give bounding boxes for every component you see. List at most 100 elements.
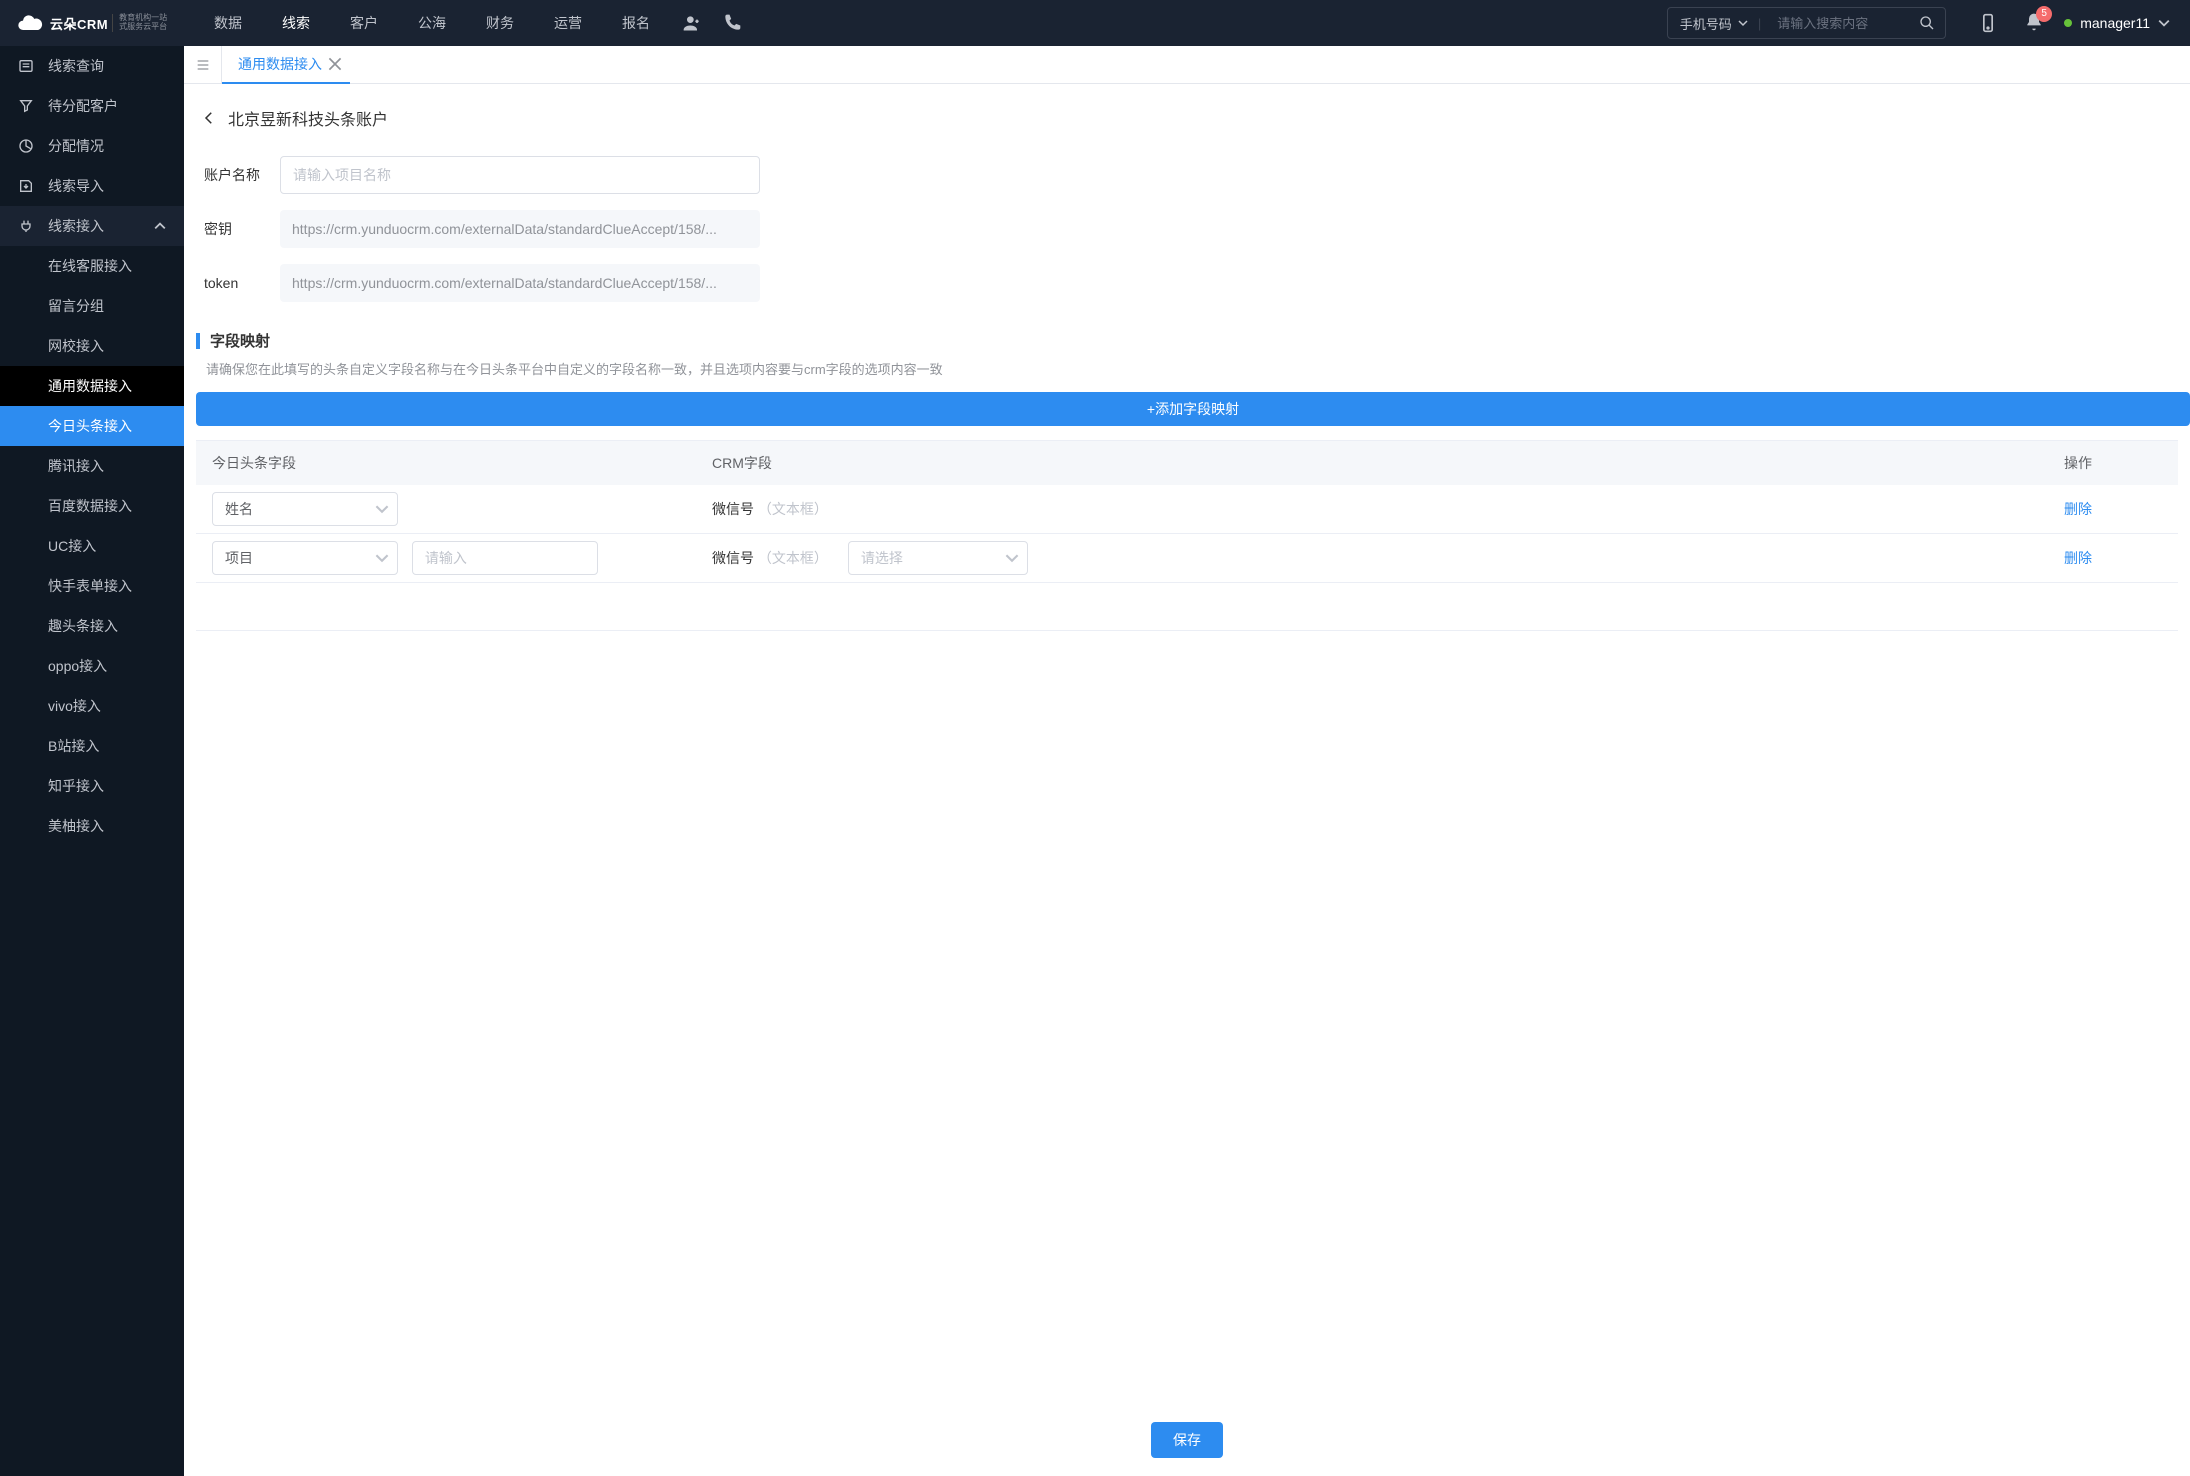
top-icons-group: [682, 13, 742, 33]
content: 北京昱新科技头条账户 账户名称 密钥 https://crm.yunduocrm…: [184, 84, 2190, 1476]
secret-label: 密钥: [204, 219, 280, 239]
topnav-clue[interactable]: 线索: [262, 0, 330, 46]
mobile-icon[interactable]: [1978, 13, 1998, 33]
sidebar-item-pending-assign[interactable]: 待分配客户: [0, 86, 184, 126]
topnav-customer[interactable]: 客户: [330, 0, 398, 46]
form-row-token: token https://crm.yunduocrm.com/external…: [184, 256, 2190, 310]
topnav-finance[interactable]: 财务: [466, 0, 534, 46]
add-mapping-button[interactable]: +添加字段映射: [196, 392, 2190, 426]
sidebar-item-clue-import[interactable]: 线索导入: [0, 166, 184, 206]
crm-field-select[interactable]: 请选择: [848, 541, 1028, 575]
col-header-crm: CRM字段: [696, 453, 2048, 473]
sub-item-uc[interactable]: UC接入: [0, 526, 184, 566]
search-type-select[interactable]: 手机号码 |: [1668, 8, 1769, 38]
account-name-input[interactable]: [280, 156, 760, 194]
chevron-down-icon: [1738, 18, 1748, 28]
crm-field-type: （文本框）: [758, 550, 828, 566]
sub-item-message-group[interactable]: 留言分组: [0, 286, 184, 326]
top-nav: 数据 线索 客户 公海 财务 运营 报名: [194, 0, 670, 46]
search-button[interactable]: [1909, 8, 1945, 38]
sub-item-toutiao[interactable]: 今日头条接入: [0, 406, 184, 446]
sub-item-qutoutiao[interactable]: 趣头条接入: [0, 606, 184, 646]
close-icon[interactable]: [328, 57, 342, 71]
sidebar: 线索查询 待分配客户 分配情况 线索导入 线索接入 在线客服接入 留言分组: [0, 46, 184, 1476]
tt-field-select[interactable]: 姓名: [212, 492, 398, 526]
footer: 保存: [184, 1404, 2190, 1476]
crm-field-name: 微信号: [712, 501, 754, 517]
phone-icon[interactable]: [722, 13, 742, 33]
sub-item-bilibili[interactable]: B站接入: [0, 726, 184, 766]
chevron-down-icon: [375, 502, 389, 516]
table-row: 姓名 微信号 （文本框） 删除: [196, 485, 2178, 534]
user-add-icon[interactable]: [682, 13, 702, 33]
topnav-operation[interactable]: 运营: [534, 0, 602, 46]
user-name: manager11: [2080, 15, 2150, 31]
sub-item-meiyou[interactable]: 美柚接入: [0, 806, 184, 846]
back-icon[interactable]: [200, 109, 218, 127]
cloud-icon: [16, 9, 44, 37]
chevron-down-icon: [1005, 551, 1019, 565]
search-bar: 手机号码 |: [1667, 7, 1946, 39]
mapping-table: 今日头条字段 CRM字段 操作 姓名 微信号: [196, 440, 2178, 631]
table-row: 项目 微信号 （文本框） 请选择: [196, 534, 2178, 583]
account-label: 账户名称: [204, 165, 280, 185]
tab-general-data[interactable]: 通用数据接入: [222, 46, 350, 84]
topnav-data[interactable]: 数据: [194, 0, 262, 46]
topnav-public[interactable]: 公海: [398, 0, 466, 46]
breadcrumb: 北京昱新科技头条账户: [184, 106, 2190, 148]
filter-icon: [18, 98, 34, 114]
delete-mapping-link[interactable]: 删除: [2064, 550, 2092, 566]
chevron-down-icon: [2158, 17, 2170, 29]
notification-bell[interactable]: 5: [2024, 12, 2044, 35]
table-header: 今日头条字段 CRM字段 操作: [196, 441, 2178, 485]
secret-value[interactable]: https://crm.yunduocrm.com/externalData/s…: [280, 210, 760, 248]
pie-icon: [18, 138, 34, 154]
import-icon: [18, 178, 34, 194]
header-right-icons: 5: [1978, 12, 2044, 35]
crm-field-name: 微信号: [712, 550, 754, 566]
col-header-tt: 今日头条字段: [196, 453, 696, 473]
sub-item-kuaishou[interactable]: 快手表单接入: [0, 566, 184, 606]
crm-field-type: （文本框）: [758, 501, 828, 517]
list-icon: [18, 58, 34, 74]
sub-item-oppo[interactable]: oppo接入: [0, 646, 184, 686]
delete-mapping-link[interactable]: 删除: [2064, 501, 2092, 517]
sub-item-school-access[interactable]: 网校接入: [0, 326, 184, 366]
token-value[interactable]: https://crm.yunduocrm.com/externalData/s…: [280, 264, 760, 302]
sidebar-item-assignment[interactable]: 分配情况: [0, 126, 184, 166]
collapse-sidebar-button[interactable]: [184, 46, 222, 84]
notification-badge: 5: [2036, 6, 2052, 22]
token-label: token: [204, 275, 280, 291]
main-area: 通用数据接入 北京昱新科技头条账户 账户名称 密钥 https://crm.yu…: [184, 46, 2190, 1476]
status-dot-icon: [2064, 19, 2072, 27]
table-row-empty: [196, 583, 2178, 631]
tt-field-input[interactable]: [412, 541, 598, 575]
sub-item-zhihu[interactable]: 知乎接入: [0, 766, 184, 806]
tt-field-select[interactable]: 项目: [212, 541, 398, 575]
col-header-op: 操作: [2048, 453, 2178, 473]
mapping-hint: 请确保您在此填写的头条自定义字段名称与在今日头条平台中自定义的字段名称一致，并且…: [184, 359, 2190, 392]
search-input[interactable]: [1769, 8, 1909, 38]
sidebar-item-clue-query[interactable]: 线索查询: [0, 46, 184, 86]
menu-icon: [195, 57, 211, 73]
form-row-secret: 密钥 https://crm.yunduocrm.com/externalDat…: [184, 202, 2190, 256]
plug-icon: [18, 218, 34, 234]
chevron-up-icon: [154, 220, 166, 232]
sub-item-general-data[interactable]: 通用数据接入: [0, 366, 184, 406]
sidebar-item-clue-access[interactable]: 线索接入: [0, 206, 184, 246]
topnav-enroll[interactable]: 报名: [602, 0, 670, 46]
section-head-mapping: 字段映射: [196, 330, 2190, 351]
sub-item-baidu[interactable]: 百度数据接入: [0, 486, 184, 526]
section-bar-icon: [196, 333, 200, 349]
mapping-title: 字段映射: [210, 330, 270, 351]
sub-item-online-service[interactable]: 在线客服接入: [0, 246, 184, 286]
sub-item-vivo[interactable]: vivo接入: [0, 686, 184, 726]
sub-item-tencent[interactable]: 腾讯接入: [0, 446, 184, 486]
save-button[interactable]: 保存: [1151, 1422, 1223, 1458]
search-icon: [1919, 15, 1935, 31]
top-header: 云朵CRM 教育机构一站式服务云平台 数据 线索 客户 公海 财务 运营 报名 …: [0, 0, 2190, 46]
logo-subtitle: 教育机构一站式服务云平台: [112, 14, 167, 32]
sidebar-subnav: 在线客服接入 留言分组 网校接入 通用数据接入 今日头条接入 腾讯接入 百度数据…: [0, 246, 184, 846]
user-menu[interactable]: manager11: [2064, 15, 2170, 31]
logo-text: 云朵CRM: [50, 14, 108, 33]
